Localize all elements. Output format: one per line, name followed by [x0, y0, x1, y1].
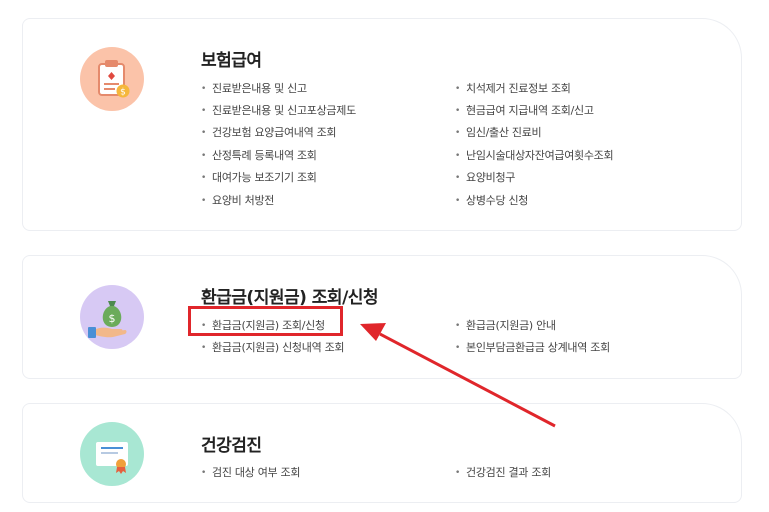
annotation-arrow: [360, 323, 556, 428]
